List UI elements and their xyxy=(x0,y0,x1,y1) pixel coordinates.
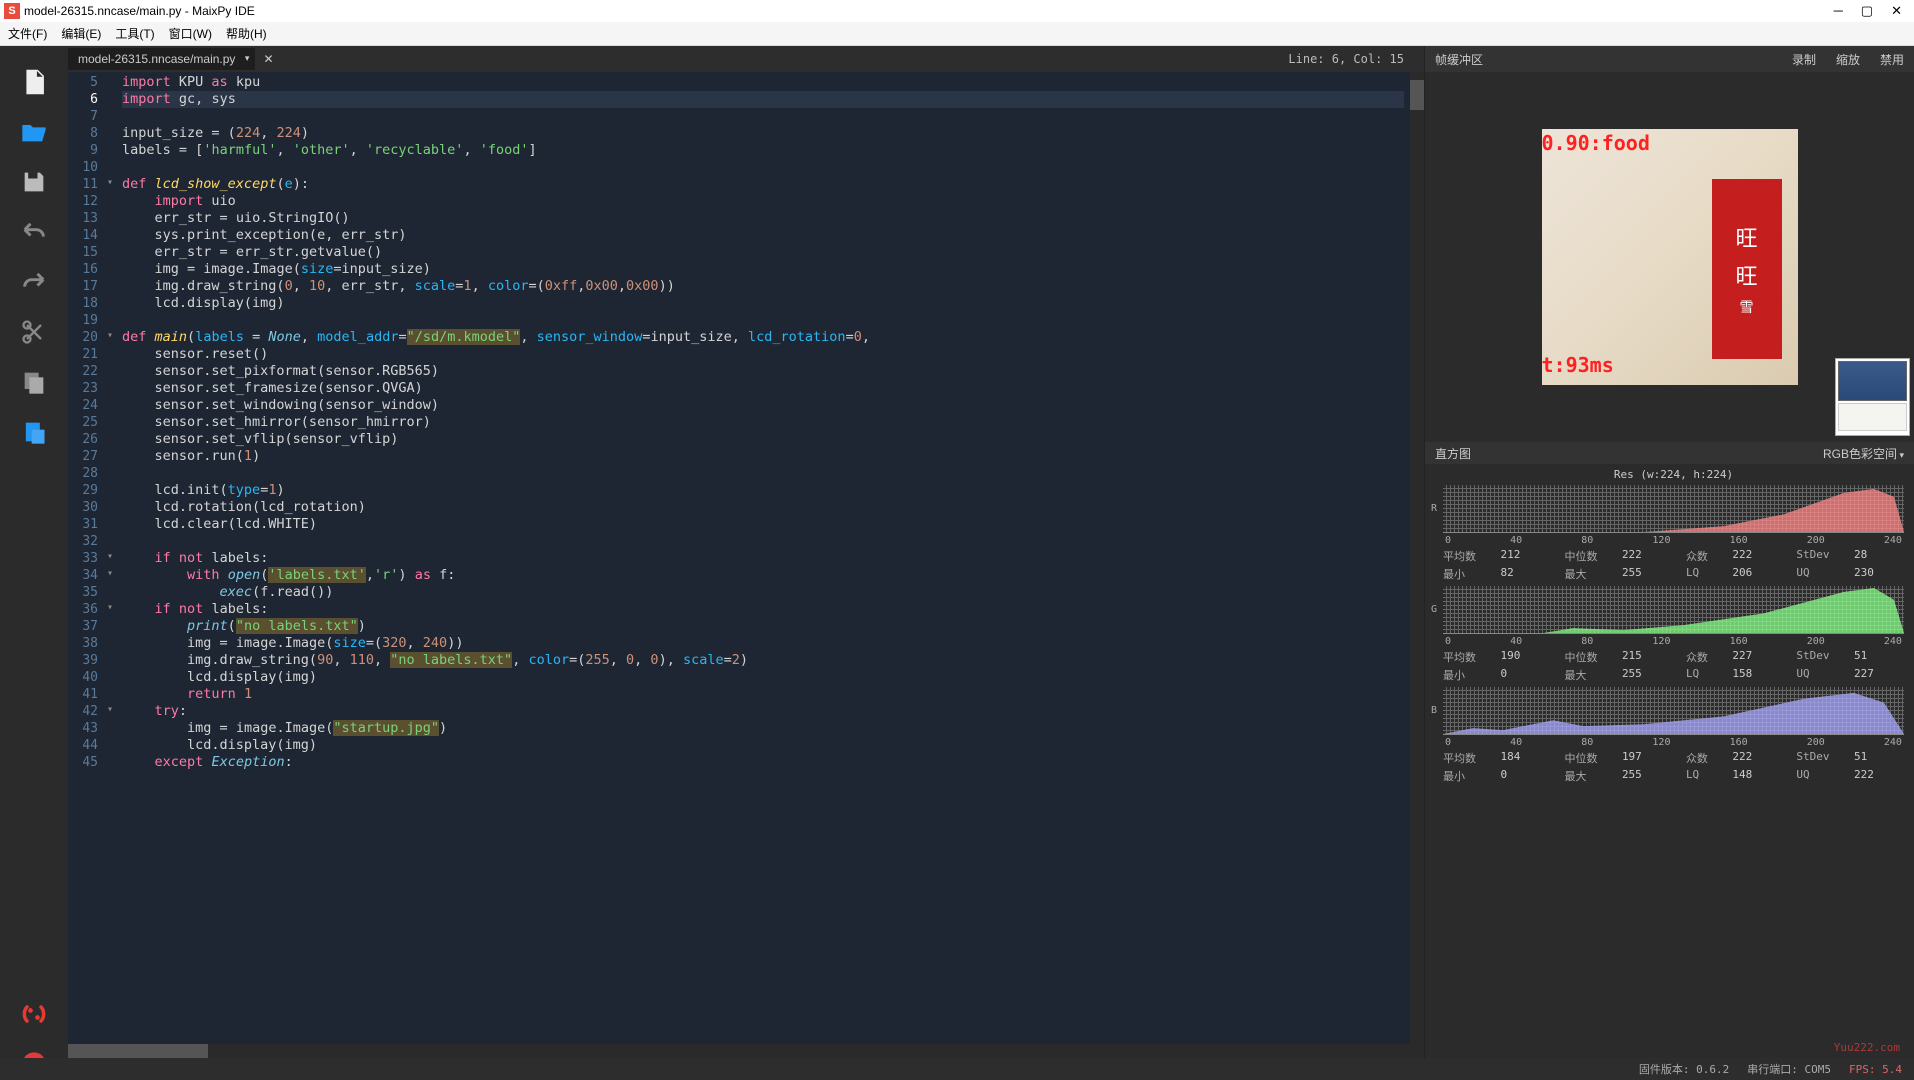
framebuffer-view: 0.90:food 旺旺雪 t:93ms xyxy=(1425,72,1914,442)
code-editor[interactable]: 5678910111213141516171819202122232425262… xyxy=(68,72,1424,1044)
redo-icon[interactable] xyxy=(18,266,50,298)
detection-label: 0.90:food xyxy=(1542,131,1650,155)
menu-item[interactable]: 编辑(E) xyxy=(61,25,101,42)
menu-item[interactable]: 窗口(W) xyxy=(169,25,212,42)
close-button[interactable]: ✕ xyxy=(1891,3,1902,19)
tab-label: model-26315.nncase/main.py xyxy=(78,52,235,66)
status-bar: 固件版本: 0.6.2 串行端口: COM5 FPS: 5.4 xyxy=(0,1058,1914,1080)
titlebar: S model-26315.nncase/main.py - MaixPy ID… xyxy=(0,0,1914,22)
close-tab-button[interactable]: ✕ xyxy=(255,48,281,70)
colorspace-select[interactable]: RGB色彩空间 xyxy=(1823,445,1904,462)
framebuffer-header: 帧缓冲区 录制 缩放 禁用 xyxy=(1425,46,1914,72)
minimize-button[interactable]: ─ xyxy=(1834,3,1843,19)
maximize-button[interactable]: ▢ xyxy=(1861,3,1873,19)
save-icon[interactable] xyxy=(18,166,50,198)
resolution-label: Res (w:224, h:224) xyxy=(1443,468,1904,481)
histogram-label: 直方图 xyxy=(1435,445,1471,462)
watermark: Yuu222.com xyxy=(1834,1041,1900,1054)
code-area[interactable]: import KPU as kpuimport gc, sysinput_siz… xyxy=(116,72,1410,1044)
open-file-icon[interactable] xyxy=(18,116,50,148)
cursor-position: Line: 6, Col: 15 xyxy=(1288,52,1424,66)
window-title: model-26315.nncase/main.py - MaixPy IDE xyxy=(24,4,1834,18)
frame-object: 旺旺雪 xyxy=(1712,179,1782,359)
firmware-version: 固件版本: 0.6.2 xyxy=(1639,1061,1729,1077)
fps-label: FPS: 5.4 xyxy=(1849,1063,1902,1076)
connect-icon[interactable] xyxy=(18,998,50,1030)
fold-column[interactable]: ▾▾▾▾▾▾ xyxy=(104,72,116,1044)
disable-button[interactable]: 禁用 xyxy=(1880,51,1904,68)
histogram-header: 直方图 RGB色彩空间 xyxy=(1425,442,1914,464)
new-file-icon[interactable] xyxy=(18,66,50,98)
record-button[interactable]: 录制 xyxy=(1792,51,1816,68)
horizontal-scrollbar[interactable] xyxy=(68,1044,1424,1058)
framebuffer-label: 帧缓冲区 xyxy=(1435,51,1483,68)
timing-label: t:93ms xyxy=(1542,353,1614,377)
minimap xyxy=(1835,358,1910,436)
serial-port: 串行端口: COM5 xyxy=(1747,1061,1831,1077)
file-tab[interactable]: model-26315.nncase/main.py▾ xyxy=(68,48,255,70)
menu-item[interactable]: 工具(T) xyxy=(115,25,154,42)
paste-icon[interactable] xyxy=(18,416,50,448)
cut-icon[interactable] xyxy=(18,316,50,348)
sidebar xyxy=(0,46,68,1080)
copy-icon[interactable] xyxy=(18,366,50,398)
menu-item[interactable]: 帮助(H) xyxy=(226,25,267,42)
line-gutter: 5678910111213141516171819202122232425262… xyxy=(68,72,104,1044)
vertical-scrollbar[interactable] xyxy=(1410,72,1424,1044)
menubar: 文件(F) 编辑(E) 工具(T) 窗口(W) 帮助(H) xyxy=(0,22,1914,46)
tabbar: model-26315.nncase/main.py▾ ✕ Line: 6, C… xyxy=(68,46,1424,72)
zoom-button[interactable]: 缩放 xyxy=(1836,51,1860,68)
menu-item[interactable]: 文件(F) xyxy=(8,25,47,42)
right-panel: 帧缓冲区 录制 缩放 禁用 0.90:food 旺旺雪 t:93ms 直方图 R… xyxy=(1424,46,1914,1080)
undo-icon[interactable] xyxy=(18,216,50,248)
camera-frame: 0.90:food 旺旺雪 t:93ms xyxy=(1542,129,1798,385)
histograms: Res (w:224, h:224) R04080120160200240平均数… xyxy=(1425,464,1914,1080)
app-logo: S xyxy=(4,3,20,19)
